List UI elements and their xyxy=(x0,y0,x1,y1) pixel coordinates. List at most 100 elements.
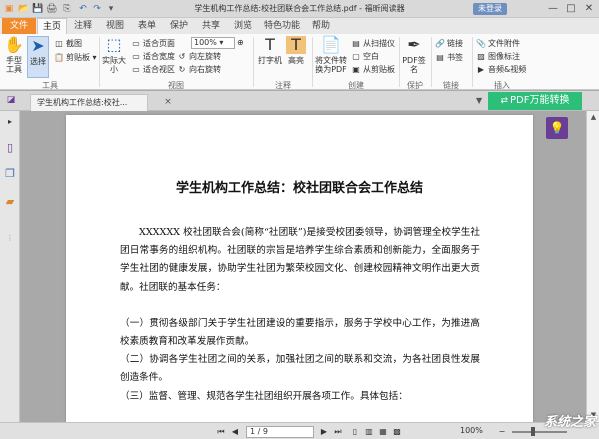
paragraph-2: （一）贯彻各级部门关于学生社团建设的重要指示，服务于学校中心工作，为推进高校素质… xyxy=(120,315,480,351)
document-tab-label: 学生机构工作总结:校社... xyxy=(37,98,128,107)
link-button[interactable]: 🔗 链接 xyxy=(435,38,463,49)
bookmark-panel-icon[interactable]: ▯ xyxy=(4,141,16,155)
highlight-button[interactable]: T 高亮 xyxy=(284,36,308,65)
view-group-label: 视图 xyxy=(168,81,184,90)
tab-comment[interactable]: 注释 xyxy=(70,18,96,34)
minimize-button[interactable]: — xyxy=(545,2,561,15)
zoom-level[interactable]: 100% xyxy=(460,426,483,435)
fit-page-button[interactable]: ▭ 适合页面 xyxy=(131,38,175,49)
fit-visible-button[interactable]: ▭ 适合视区 xyxy=(131,64,175,75)
image-annotation-button[interactable]: ▨ 图像标注 xyxy=(476,51,520,62)
rotate-right-button[interactable]: ↻ 向右旋转 xyxy=(177,64,221,75)
create-group-label: 创建 xyxy=(348,81,364,90)
clipboard-button[interactable]: 📋 剪贴板 ▾ xyxy=(54,52,97,63)
bookmark-button[interactable]: ▤ 书签 xyxy=(435,52,463,63)
bookmark-label: 书签 xyxy=(447,53,463,62)
audio-video-button[interactable]: ▶ 音频&视频 xyxy=(476,64,526,75)
separator xyxy=(472,37,473,87)
file-attachment-button[interactable]: 📎 文件附件 xyxy=(476,38,520,49)
fit-page-label: 适合页面 xyxy=(143,39,175,48)
tab-protect[interactable]: 保护 xyxy=(166,18,192,34)
tab-dropdown-icon[interactable]: ▼ xyxy=(476,96,482,105)
attachment-icon: 📎 xyxy=(476,38,486,48)
panel-toggle-icon[interactable]: ▸ xyxy=(4,115,16,129)
highlight-label: 高亮 xyxy=(288,56,304,65)
hand-tool-button[interactable]: ✋ 手型工具 xyxy=(3,35,25,75)
document-tab[interactable]: 学生机构工作总结:校社... × xyxy=(30,94,172,111)
actual-size-button[interactable]: ⬚ 实际大小 xyxy=(102,35,126,75)
convert-icon: 📄 xyxy=(321,35,341,54)
hand-icon: ✋ xyxy=(4,35,24,54)
file-attachment-label: 文件附件 xyxy=(488,39,520,48)
next-page-icon[interactable]: ▶ xyxy=(319,426,329,437)
watermark-logo: 系统之家 xyxy=(543,415,596,430)
camera-icon: ◫ xyxy=(55,38,63,48)
facing-view-icon[interactable]: ▦ xyxy=(378,426,388,437)
link-icon: 🔗 xyxy=(435,38,445,48)
lightbulb-tips-icon[interactable]: 💡 xyxy=(546,117,568,139)
blank-page-icon: ▢ xyxy=(352,51,360,61)
panel-resize-handle[interactable]: ⋮ xyxy=(4,231,16,245)
fit-width-label: 适合宽度 xyxy=(143,52,175,61)
actual-size-icon: ⬚ xyxy=(106,35,122,54)
fit-visible-icon: ▭ xyxy=(132,64,140,74)
close-tab-icon[interactable]: × xyxy=(163,95,173,110)
select-label: 选择 xyxy=(30,57,46,66)
actual-size-label: 实际大小 xyxy=(102,56,126,74)
tab-features[interactable]: 特色功能 xyxy=(262,18,302,34)
tab-help[interactable]: 帮助 xyxy=(308,18,334,34)
zoom-in-icon[interactable]: ⊕ xyxy=(237,38,244,47)
tab-browse[interactable]: 浏览 xyxy=(230,18,256,34)
prev-page-icon[interactable]: ◀ xyxy=(230,426,240,437)
link-group-label: 链接 xyxy=(443,81,459,90)
rotate-left-button[interactable]: ↺ 向左旋转 xyxy=(177,51,221,62)
paragraph-4: （三）监督、管理、规范各学生社团组织开展各项工作。具体包括： xyxy=(120,388,480,406)
link-label: 链接 xyxy=(447,39,463,48)
document-viewport[interactable]: 学生机构工作总结：校社团联合会工作总结 XXXXXX 校社团联合会(简称“社团联… xyxy=(21,111,586,422)
first-page-icon[interactable]: ⏮ xyxy=(216,426,226,437)
comments-panel-icon[interactable]: ▰ xyxy=(4,195,16,209)
tab-form[interactable]: 表单 xyxy=(134,18,160,34)
convert-to-pdf-button[interactable]: 📄 将文件转换为PDF xyxy=(314,35,348,75)
typewriter-button[interactable]: T 打字机 xyxy=(258,36,282,66)
paragraph-1-text: XXXXXX 校社团联合会(简称“社团联”)是接受校团委领导，协调管理全校学生社… xyxy=(120,227,480,293)
pdf-sign-button[interactable]: ✒ PDF签名 xyxy=(402,36,426,75)
tab-share[interactable]: 共享 xyxy=(198,18,224,34)
screenshot-label: 截图 xyxy=(66,39,82,48)
blank-button[interactable]: ▢ 空白 xyxy=(351,51,379,62)
continuous-view-icon[interactable]: ▥ xyxy=(364,426,374,437)
from-scanner-label: 从扫描仪 xyxy=(363,39,395,48)
single-page-view-icon[interactable]: ▯ xyxy=(350,426,360,437)
last-page-icon[interactable]: ⏭ xyxy=(333,426,343,437)
from-clipboard-button[interactable]: ▣ 从剪贴板 xyxy=(351,64,395,75)
from-scanner-button[interactable]: ▤ 从扫描仪 xyxy=(351,38,395,49)
pdf-convert-button[interactable]: ⇄ PDF万能转换 xyxy=(488,92,582,110)
status-bar: ⏮ ◀ 1 / 9 ▶ ⏭ ▯ ▥ ▦ ▩ 100% − xyxy=(0,422,599,439)
document-title: 学生机构工作总结：校社团联合会工作总结 xyxy=(175,181,423,196)
vertical-scrollbar[interactable]: ▲ ▼ xyxy=(586,111,599,422)
screenshot-button[interactable]: ◫ 截图 xyxy=(54,38,82,49)
login-button[interactable]: 未登录 xyxy=(473,3,507,15)
continuous-facing-view-icon[interactable]: ▩ xyxy=(392,426,402,437)
page-number-value: 1 / 9 xyxy=(250,427,268,436)
insert-group-label: 插入 xyxy=(494,81,510,90)
pdf-sign-label: PDF签名 xyxy=(402,56,426,74)
pages-panel-icon[interactable]: ❐ xyxy=(4,167,16,181)
maximize-button[interactable]: □ xyxy=(563,2,579,15)
left-navigation-panel: ▸ ▯ ❐ ▰ ⋮ xyxy=(0,111,20,422)
scroll-up-icon[interactable]: ▲ xyxy=(589,113,598,122)
close-button[interactable]: ✕ xyxy=(581,2,597,15)
tools-group-label: 工具 xyxy=(42,81,58,90)
file-menu-button[interactable]: 文件 xyxy=(2,18,36,34)
page-number-input[interactable]: 1 / 9 xyxy=(246,426,314,438)
fit-width-button[interactable]: ▭ 适合宽度 xyxy=(131,51,175,62)
fit-page-icon: ▭ xyxy=(132,38,140,48)
zoom-select[interactable]: 100% ▾ xyxy=(191,37,235,49)
tab-view[interactable]: 视图 xyxy=(102,18,128,34)
zoom-out-icon[interactable]: − xyxy=(497,426,507,437)
tab-home-active[interactable]: 主页 xyxy=(37,18,67,34)
separator xyxy=(312,37,313,87)
select-button[interactable]: ➤ 选择 xyxy=(27,36,49,78)
tab-list-icon[interactable]: ◪ xyxy=(6,95,16,105)
audio-video-label: 音频&视频 xyxy=(488,65,527,74)
